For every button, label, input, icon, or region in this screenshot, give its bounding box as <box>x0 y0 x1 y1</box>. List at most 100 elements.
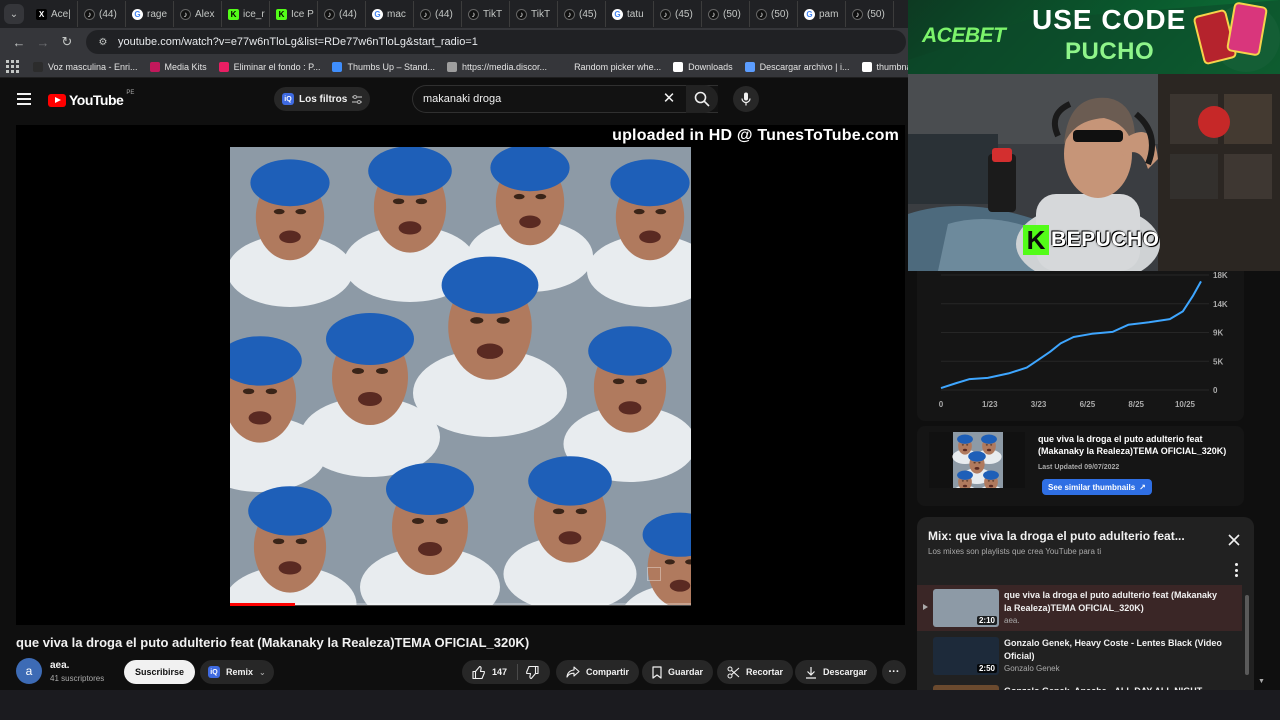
tiktok-favicon-icon: ♪ <box>852 8 863 20</box>
like-button[interactable]: 147 <box>462 660 507 684</box>
close-icon[interactable] <box>1226 532 1242 548</box>
menu-icon[interactable] <box>17 93 31 105</box>
bookmark-item[interactable]: thumbnail save - Bu... <box>861 61 908 72</box>
mix-menu-icon[interactable] <box>1234 563 1238 577</box>
clip-button[interactable]: Recortar <box>717 660 794 684</box>
bookmark-item[interactable]: Voz masculina - Enri... <box>33 61 138 72</box>
see-similar-thumbnails-button[interactable]: See similar thumbnails ↗ <box>1042 479 1152 495</box>
bookmark-item[interactable]: Downloads <box>673 61 733 72</box>
youtube-masthead: YouTube PE iQ Los filtros makanaki droga… <box>0 78 908 122</box>
channel-avatar[interactable]: a <box>16 658 42 684</box>
mix-video-thumbnail[interactable]: 2:50 <box>933 637 999 675</box>
browser-tab[interactable]: X Ace| <box>30 1 78 27</box>
filters-button[interactable]: iQ Los filtros <box>274 87 371 111</box>
address-bar[interactable]: ⚙ youtube.com/watch?v=e77w6nTloLg&list=R… <box>86 30 906 54</box>
reload-icon[interactable]: ↻ <box>56 31 78 53</box>
more-dots-icon: ··· <box>888 666 900 678</box>
youtube-logo[interactable]: YouTube PE <box>48 90 135 108</box>
browser-tab[interactable]: ♪ (44) <box>78 1 126 27</box>
scroll-down-arrow-icon[interactable]: ▼ <box>1258 678 1265 685</box>
extension-icon: iQ <box>282 93 294 105</box>
browser-tab[interactable]: ♪ (50) <box>702 1 750 27</box>
browser-tab[interactable]: Grage <box>126 1 174 27</box>
progress-bar[interactable] <box>230 603 691 606</box>
browser-tab[interactable]: ♪ (44) <box>414 1 462 27</box>
bookmark-item[interactable]: Descargar archivo | i... <box>744 61 850 72</box>
clear-search-icon[interactable]: ✕ <box>660 90 678 108</box>
site-info-icon[interactable]: ⚙ <box>96 35 110 49</box>
back-arrow-icon[interactable]: ← <box>8 31 30 53</box>
youtube-play-icon <box>48 93 66 107</box>
mix-video-thumbnail[interactable] <box>933 685 999 690</box>
tab-label: pam <box>819 8 839 20</box>
tiktok-favicon-icon: ♪ <box>468 8 479 20</box>
sponsor-banner: ACEBET USE CODE PUCHO <box>908 0 1280 74</box>
browser-tab[interactable]: ♪ TikT <box>510 1 558 27</box>
bookmark-item[interactable]: Thumbs Up – Stand... <box>332 61 435 72</box>
remix-button[interactable]: iQ Remix ⌄ <box>200 660 274 684</box>
mix-video-row[interactable]: 2:50 Gonzalo Genek, Heavy Coste - Lentes … <box>917 633 1242 679</box>
save-button[interactable]: Guardar <box>642 660 714 684</box>
share-button[interactable]: Compartir <box>556 660 640 684</box>
browser-tab[interactable]: ♪ TikT <box>462 1 510 27</box>
browser-tab[interactable]: ♪ Alex <box>174 1 222 27</box>
browser-tab[interactable]: Kice_r <box>222 1 270 27</box>
mix-scrollbar-thumb[interactable] <box>1245 595 1249 675</box>
mix-video-row[interactable]: 2:10 que viva la droga el puto adulterio … <box>917 585 1242 631</box>
video-frame <box>230 147 691 605</box>
browser-tab[interactable]: K Ice P <box>270 1 318 27</box>
mix-video-thumbnail[interactable]: 2:10 <box>933 589 999 627</box>
mix-video-row[interactable]: Gonzalo Genek, Apache - ALL DAY ALL NIGH… <box>917 681 1242 690</box>
bookmark-label: Eliminar el fondo : P... <box>233 61 321 72</box>
mix-video-title: Gonzalo Genek, Heavy Coste - Lentes Blac… <box>1004 638 1222 661</box>
browser-tab[interactable]: Gtatu <box>606 1 654 27</box>
dislike-button[interactable] <box>518 660 546 684</box>
search-button[interactable] <box>686 85 718 113</box>
google-favicon-icon: G <box>132 8 143 20</box>
browser-tab[interactable]: ♪ (45) <box>558 1 606 27</box>
tab-label: rage <box>147 8 168 20</box>
bookmark-item[interactable]: Eliminar el fondo : P... <box>218 61 321 72</box>
youtube-wordmark: YouTube <box>69 92 124 108</box>
tab-label: mac <box>387 8 406 20</box>
tab-label: TikT <box>531 8 551 20</box>
download-button[interactable]: Descargar <box>795 660 878 684</box>
browser-tab[interactable]: ♪ (50) <box>846 1 894 27</box>
bookmark-item[interactable]: Random picker whe... <box>559 61 661 72</box>
browser-tab[interactable]: ♪ (50) <box>750 1 798 27</box>
voice-search-button[interactable] <box>733 86 759 112</box>
apps-grid-icon[interactable] <box>6 59 19 74</box>
subscribe-button[interactable]: Suscribirse <box>124 660 196 684</box>
tab-label: (50) <box>771 8 789 20</box>
browser-tab[interactable]: Gmac <box>366 1 414 27</box>
thumbnail-lookup-panel: que viva la droga el puto adulterio feat… <box>917 426 1244 506</box>
bookmark-list: Voz masculina - Enri... Media Kits Elimina… <box>33 61 908 72</box>
tiktok-favicon-icon: ♪ <box>660 8 671 20</box>
mix-video-channel: aea. <box>1004 616 1020 625</box>
bookmark-favicon-icon <box>447 61 458 72</box>
like-dislike-group: 147 <box>462 660 550 684</box>
chart-x-tick-label: 10/25 <box>1175 400 1196 409</box>
country-code: PE <box>126 90 135 96</box>
channel-name[interactable]: aea. <box>50 660 69 671</box>
lookup-thumbnail[interactable] <box>929 432 1025 488</box>
tab-search-button[interactable]: ⌄ <box>4 4 24 24</box>
bookmark-favicon-icon <box>744 61 755 72</box>
google-favicon-icon: G <box>612 8 623 20</box>
bookmark-favicon-icon <box>861 61 872 72</box>
browser-tab[interactable]: ♪ (44) <box>318 1 366 27</box>
browser-tab[interactable]: ♪ (45) <box>654 1 702 27</box>
mix-subtitle: Los mixes son playlists que crea YouTube… <box>928 547 1102 556</box>
tab-label: tatu <box>627 8 644 20</box>
lookup-updated: Last Updated 09/07/2022 <box>1038 464 1120 471</box>
search-icon <box>694 91 710 107</box>
bookmark-item[interactable]: https://media.discor... <box>447 61 547 72</box>
more-actions-button[interactable]: ··· <box>882 660 906 684</box>
video-player[interactable]: uploaded in HD @ TunesToTube.com <box>16 125 905 625</box>
bookmark-item[interactable]: Media Kits <box>149 61 207 72</box>
tab-label: Ace| <box>51 8 71 20</box>
kick-handle-overlay: K BEPUCHO <box>1023 225 1160 255</box>
forward-arrow-icon[interactable]: → <box>32 31 54 53</box>
browser-tab[interactable]: Gpam <box>798 1 846 27</box>
mix-scrollbar[interactable] <box>1244 585 1250 690</box>
